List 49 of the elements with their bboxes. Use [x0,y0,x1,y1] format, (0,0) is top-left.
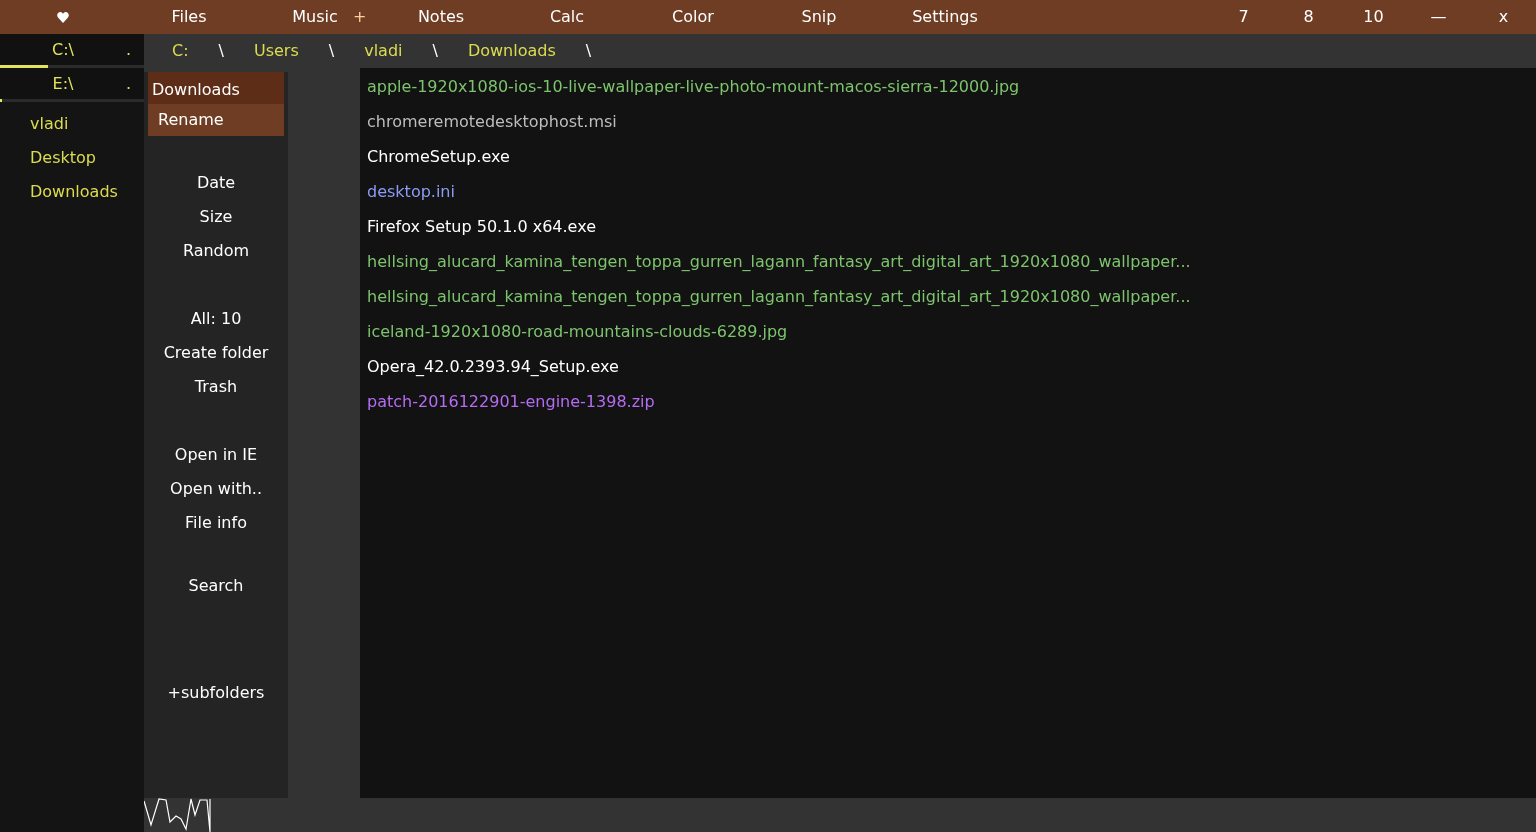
folder-item[interactable]: Downloads [0,175,144,209]
file-item[interactable]: Firefox Setup 50.1.0 x64.exe [367,209,1536,244]
file-item[interactable]: patch-2016122901-engine-1398.zip [367,384,1536,419]
menu-tab[interactable]: Calc [549,5,585,29]
action-button[interactable]: +subfolders [163,676,269,710]
path-separator: \ [432,40,438,62]
action-button[interactable]: All: 10 [186,302,246,336]
action-button[interactable]: Random [178,234,254,268]
breadcrumb-item[interactable]: C: [172,39,189,63]
path-separator: \ [328,40,335,62]
menu-tab[interactable]: Settings [912,5,978,29]
action-button[interactable]: Open with.. [166,472,266,506]
add-button[interactable]: + [353,5,367,29]
window-button[interactable]: — [1430,5,1447,29]
menu-tab[interactable]: Color [672,5,714,29]
waveform-drawing [144,798,212,832]
window-button[interactable]: 8 [1303,5,1314,29]
window-button[interactable]: 10 [1363,5,1384,29]
file-item[interactable]: apple-1920x1080-ios-10-live-wallpaper-live-photo-mount-macos-sierra-12000.jpg [367,69,1536,104]
file-item[interactable]: chromeremotedesktophost.msi [367,104,1536,139]
breadcrumb-item[interactable]: Downloads [467,39,556,63]
file-item[interactable]: hellsing_alucard_kamina_tengen_toppa_gurren_lagann_fantasy_art_digital_art_1920x1080_wallpaper... [367,279,1536,314]
folder-item[interactable]: Desktop [0,141,144,175]
menu-tab[interactable]: Snip [801,5,837,29]
menu-tab[interactable]: Music [292,5,338,29]
action-button[interactable]: Open in IE [170,438,262,472]
breadcrumb-item[interactable]: Users [253,39,299,63]
folder-item[interactable]: vladi [0,107,144,141]
file-item[interactable]: Opera_42.0.2393.94_Setup.exe [367,349,1536,384]
action-button[interactable]: Size [195,200,237,234]
menu-item[interactable]: Rename [148,104,284,136]
heart-icon[interactable] [57,11,69,23]
path-separator: \ [585,40,592,62]
action-button[interactable]: Create folder [159,336,273,370]
menu-tab[interactable]: Files [171,5,207,29]
file-item[interactable]: desktop.ini [367,174,1536,209]
menu-title: Downloads [148,72,284,104]
window-button[interactable]: 7 [1238,5,1249,29]
action-button[interactable]: Trash [190,370,242,404]
action-button[interactable]: Date [192,166,240,200]
file-item[interactable]: iceland-1920x1080-road-mountains-clouds-6289.jpg [367,314,1536,349]
window-button[interactable]: x [1498,5,1509,29]
file-item[interactable]: ChromeSetup.exe [367,139,1536,174]
action-button[interactable]: File info [181,506,251,540]
breadcrumb-item[interactable]: vladi [364,39,403,63]
menu-tab[interactable]: Notes [417,5,465,29]
file-item[interactable]: hellsing_alucard_kamina_tengen_toppa_gurren_lagann_fantasy_art_digital_art_1920x1080_wallpaper... [367,244,1536,279]
action-button[interactable]: Search [184,569,248,603]
path-separator: \ [218,40,224,62]
